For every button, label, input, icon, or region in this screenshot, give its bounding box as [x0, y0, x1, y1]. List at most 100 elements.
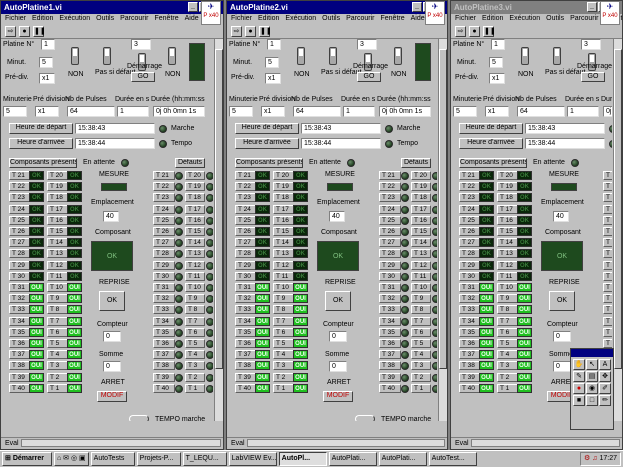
menu-item[interactable]: Aide — [411, 15, 425, 24]
prediv-field[interactable]: x1 — [261, 106, 285, 117]
menu-item[interactable]: Outils — [322, 15, 340, 24]
pulses-field[interactable]: 64 — [67, 106, 115, 117]
horizontal-scrollbar[interactable] — [471, 439, 620, 447]
minimize-icon[interactable]: _ — [412, 2, 422, 12]
minuterie-field[interactable]: 5 — [3, 106, 27, 117]
dureehms-field[interactable]: 0j 0h 0mn 1s — [153, 106, 205, 117]
go-button[interactable]: GO — [131, 72, 155, 82]
abort-icon[interactable]: ● — [469, 26, 480, 37]
minut-field[interactable]: 5 — [489, 57, 503, 68]
menu-item[interactable]: Exécution — [285, 15, 316, 24]
tempo-toggle[interactable] — [355, 415, 375, 421]
pulses-field[interactable]: 64 — [293, 106, 341, 117]
platine-field[interactable]: 1 — [41, 39, 55, 50]
quicklaunch-icons[interactable]: ⌂ ✉ ◎ ▣ — [54, 452, 89, 466]
menu-item[interactable]: Exécution — [509, 15, 540, 24]
vertical-scrollbar[interactable] — [613, 39, 622, 421]
prediv-field[interactable]: x1 — [489, 73, 505, 84]
pulses-field[interactable]: 64 — [517, 106, 565, 117]
abort-icon[interactable]: ● — [245, 26, 256, 37]
prediv-field[interactable]: x1 — [485, 106, 509, 117]
dureehms-field[interactable]: 0j 0h 0mn 1s — [603, 106, 612, 117]
run-arrow-icon[interactable]: ⇨ — [5, 26, 16, 37]
platine-field[interactable]: 1 — [491, 39, 505, 50]
color-fg-icon[interactable]: ■ — [573, 395, 585, 406]
minimize-icon[interactable]: _ — [587, 2, 597, 12]
scrollbar-thumb[interactable] — [614, 49, 622, 369]
menu-item[interactable]: Fichier — [231, 15, 252, 24]
taskbar-item[interactable]: AutoTest... — [428, 452, 477, 466]
ok-button[interactable]: OK — [99, 291, 125, 311]
go-button[interactable]: GO — [357, 72, 381, 82]
palette-titlebar[interactable] — [571, 349, 613, 357]
scroll-tool-icon[interactable]: ✥ — [599, 371, 611, 382]
pause-icon[interactable]: ❚❚ — [33, 26, 46, 37]
ok-button[interactable]: OK — [325, 291, 351, 311]
switch-2[interactable] — [553, 47, 561, 65]
prediv-field[interactable]: x1 — [265, 73, 281, 84]
menu-item[interactable]: Outils — [96, 15, 114, 24]
menu-item[interactable]: Outils — [546, 15, 564, 24]
count-field[interactable]: 3 — [581, 39, 601, 50]
popup-tool-icon[interactable]: ▤ — [586, 371, 598, 382]
window-titlebar[interactable]: AutoPlatine2.vi _ □ × — [227, 1, 447, 14]
menu-item[interactable]: Fichier — [5, 15, 26, 24]
run-arrow-icon[interactable]: ⇨ — [455, 26, 466, 37]
run-arrow-icon[interactable]: ⇨ — [231, 26, 242, 37]
abort-icon[interactable]: ● — [19, 26, 30, 37]
probe-icon[interactable]: ◉ — [586, 383, 598, 394]
arrow-tool-icon[interactable]: ↖ — [586, 359, 598, 370]
modif-button[interactable]: MODIF — [323, 391, 353, 402]
minut-field[interactable]: 5 — [39, 57, 53, 68]
window-titlebar[interactable]: AutoPlatine3.vi _ □ × — [451, 1, 622, 14]
ok-button[interactable]: OK — [549, 291, 575, 311]
pause-icon[interactable]: ❚❚ — [259, 26, 272, 37]
duree-field[interactable]: 1 — [343, 106, 375, 117]
horizontal-scrollbar[interactable] — [247, 439, 445, 447]
count-field[interactable]: 3 — [357, 39, 377, 50]
menu-item[interactable]: Exécution — [59, 15, 90, 24]
taskbar-item[interactable]: T_LEQU... — [182, 452, 227, 466]
color-bg-icon[interactable]: □ — [586, 395, 598, 406]
menu-item[interactable]: Parcourir — [570, 15, 598, 24]
vertical-scrollbar[interactable] — [438, 39, 447, 421]
menu-item[interactable]: Fenêtre — [380, 15, 404, 24]
text-tool-icon[interactable]: A — [599, 359, 611, 370]
pipette-icon[interactable]: ✐ — [599, 383, 611, 394]
menu-item[interactable]: Parcourir — [346, 15, 374, 24]
switch-2[interactable] — [329, 47, 337, 65]
minuterie-field[interactable]: 5 — [453, 106, 477, 117]
prediv-field[interactable]: x1 — [35, 106, 59, 117]
scrollbar-thumb[interactable] — [439, 49, 447, 369]
menu-item[interactable]: Parcourir — [120, 15, 148, 24]
brush-icon[interactable]: ✏ — [599, 395, 611, 406]
modif-button[interactable]: MODIF — [97, 391, 127, 402]
taskbar-item[interactable]: AutoPl... — [278, 452, 327, 466]
tray-icons[interactable]: ⚙ ♫ — [584, 455, 599, 462]
minuterie-field[interactable]: 5 — [229, 106, 253, 117]
count-field[interactable]: 3 — [131, 39, 151, 50]
tempo-toggle[interactable] — [129, 415, 149, 421]
taskbar-item[interactable]: AutoPlati... — [328, 452, 377, 466]
go-button[interactable]: GO — [581, 72, 605, 82]
scrollbar-thumb[interactable] — [215, 49, 223, 369]
taskbar-item[interactable]: Projets-P... — [136, 452, 181, 466]
vertical-scrollbar[interactable] — [214, 39, 223, 421]
horizontal-scrollbar[interactable] — [21, 439, 221, 447]
hand-tool-icon[interactable]: ✋ — [573, 359, 585, 370]
taskbar-item[interactable]: AutoPlati... — [378, 452, 427, 466]
breakpoint-icon[interactable]: ● — [573, 383, 585, 394]
prediv-field[interactable]: x1 — [39, 73, 55, 84]
wire-tool-icon[interactable]: ✎ — [573, 371, 585, 382]
window-titlebar[interactable]: AutoPlatine1.vi _ □ × — [1, 1, 223, 14]
switch-4[interactable] — [394, 47, 402, 65]
switch-1[interactable] — [297, 47, 305, 65]
switch-2[interactable] — [103, 47, 111, 65]
switch-4[interactable] — [168, 47, 176, 65]
switch-1[interactable] — [71, 47, 79, 65]
platine-field[interactable]: 1 — [267, 39, 281, 50]
pause-icon[interactable]: ❚❚ — [483, 26, 496, 37]
menu-item[interactable]: Edition — [258, 15, 279, 24]
minimize-icon[interactable]: _ — [188, 2, 198, 12]
taskbar-item[interactable]: AutoTests — [90, 452, 135, 466]
